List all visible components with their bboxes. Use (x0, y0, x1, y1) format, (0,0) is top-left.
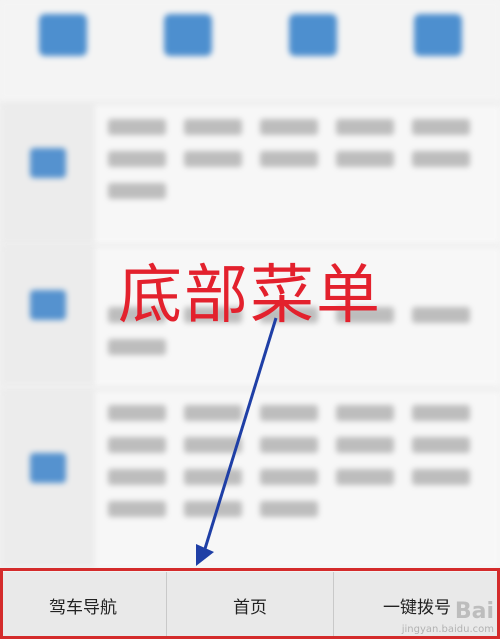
category-link[interactable] (336, 437, 394, 453)
category-link[interactable] (108, 405, 166, 421)
category-header[interactable] (0, 391, 95, 568)
category-link[interactable] (336, 405, 394, 421)
top-nav-item[interactable] (258, 14, 368, 79)
category-block (0, 104, 500, 244)
category-link[interactable] (108, 119, 166, 135)
category-links (108, 405, 490, 517)
category-link[interactable] (412, 151, 470, 167)
category-link[interactable] (108, 151, 166, 167)
anchor-icon (29, 452, 66, 483)
category-link[interactable] (108, 339, 166, 355)
top-nav-label (8, 64, 118, 79)
top-nav-label (133, 64, 243, 79)
category-link[interactable] (336, 469, 394, 485)
category-link[interactable] (412, 119, 470, 135)
top-nav-item[interactable] (133, 14, 243, 79)
cloud-icon (163, 14, 212, 56)
laptop-icon (29, 147, 66, 178)
flag-icon (29, 289, 66, 320)
phone-icon (413, 14, 462, 56)
category-link[interactable] (260, 469, 318, 485)
category-link[interactable] (336, 119, 394, 135)
top-nav-label (383, 64, 493, 79)
top-nav-item[interactable] (383, 14, 493, 79)
category-label (46, 188, 50, 202)
category-link[interactable] (260, 151, 318, 167)
watermark-sub: jingyan.baidu.com (401, 624, 494, 635)
person-icon (38, 14, 87, 56)
category-link[interactable] (108, 437, 166, 453)
category-link[interactable] (108, 183, 166, 199)
category-link[interactable] (108, 469, 166, 485)
category-block (0, 390, 500, 568)
category-link[interactable] (412, 405, 470, 421)
category-link[interactable] (336, 151, 394, 167)
category-header[interactable] (0, 247, 95, 386)
category-label (46, 330, 50, 344)
category-link[interactable] (184, 151, 242, 167)
category-link[interactable] (260, 501, 318, 517)
annotation-label: 底部菜单 (118, 259, 382, 333)
category-link[interactable] (184, 405, 242, 421)
category-link[interactable] (108, 501, 166, 517)
category-link[interactable] (260, 405, 318, 421)
category-link[interactable] (412, 469, 470, 485)
recycle-icon (288, 14, 337, 56)
phone-screen: 底部菜单 驾车导航 首页 一键拨号 Bai jingyan.baidu.com (0, 0, 500, 639)
category-header[interactable] (0, 105, 95, 244)
top-nav-item[interactable] (8, 14, 118, 79)
category-link[interactable] (260, 437, 318, 453)
top-nav-label (258, 64, 368, 79)
top-nav (0, 0, 500, 100)
category-link[interactable] (184, 119, 242, 135)
category-label (46, 493, 50, 507)
category-link[interactable] (412, 307, 470, 323)
category-link[interactable] (184, 437, 242, 453)
watermark-main: Bai (454, 599, 494, 624)
category-link[interactable] (184, 501, 242, 517)
baidu-watermark: Bai jingyan.baidu.com (402, 599, 494, 635)
category-links (108, 119, 490, 199)
category-link[interactable] (412, 437, 470, 453)
category-link[interactable] (260, 119, 318, 135)
category-link[interactable] (184, 469, 242, 485)
